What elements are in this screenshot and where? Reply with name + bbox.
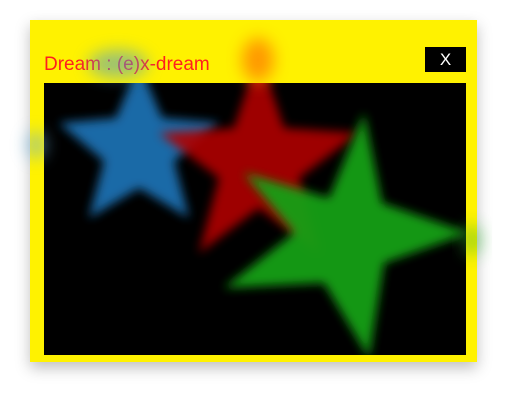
stage: Dream : (e)x-dream X [0, 0, 527, 412]
dream-canvas [44, 53, 469, 358]
canvas-svg [59, 53, 469, 358]
close-button[interactable]: X [425, 47, 466, 72]
window-title: Dream : (e)x-dream [44, 54, 210, 75]
dream-window: Dream : (e)x-dream X [30, 20, 477, 362]
